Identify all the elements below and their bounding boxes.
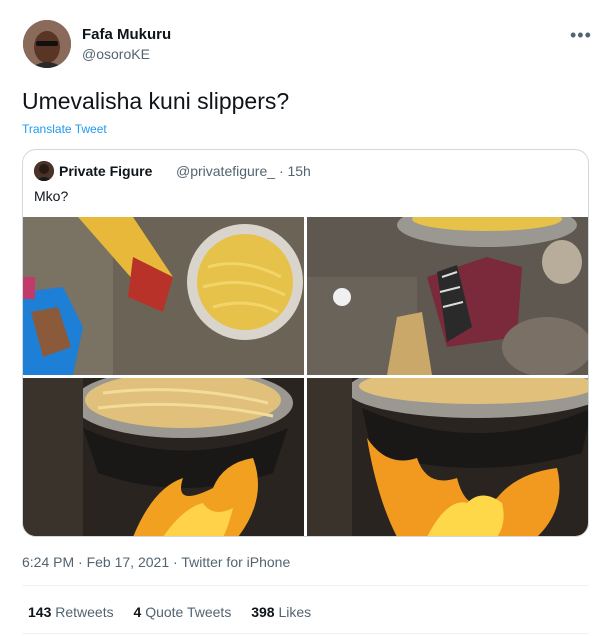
tweet-time[interactable]: 6:24 PM (22, 554, 74, 570)
divider (22, 633, 589, 634)
more-dots-icon[interactable]: ••• (570, 25, 592, 46)
tweet-text: Umevalisha kuni slippers? (22, 88, 290, 114)
quoted-author-avatar (34, 161, 54, 181)
likes-count: 398 (251, 604, 275, 620)
quote-tweets-label: Quote Tweets (145, 604, 232, 620)
quote-tweets-count: 4 (133, 604, 142, 620)
photo-2[interactable] (307, 217, 588, 375)
retweets-stat[interactable]: 143 Retweets (28, 604, 114, 620)
quoted-tweet[interactable]: Private Figure @privatefigure_ · 15h Mko… (22, 149, 589, 537)
tweet-meta: 6:24 PM · Feb 17, 2021 · Twitter for iPh… (22, 554, 290, 570)
author-handle[interactable]: @osoroKE (82, 46, 150, 62)
photo-grid (23, 217, 588, 536)
quoted-author-handle: @privatefigure_ (176, 163, 276, 179)
retweets-count: 143 (28, 604, 52, 620)
likes-label: Likes (278, 604, 312, 620)
likes-stat[interactable]: 398 Likes (251, 604, 311, 620)
tweet-card: Fafa Mukuru @osoroKE ••• Umevalisha kuni… (0, 0, 615, 636)
photo-1[interactable] (23, 217, 304, 375)
author-name[interactable]: Fafa Mukuru (82, 26, 171, 43)
divider (22, 585, 589, 586)
quoted-text: Mko? (34, 188, 69, 204)
photo-3[interactable] (23, 378, 304, 536)
author-avatar[interactable] (23, 20, 71, 68)
tweet-date[interactable]: Feb 17, 2021 (87, 554, 170, 570)
retweets-label: Retweets (55, 604, 114, 620)
photo-4[interactable] (307, 378, 588, 536)
quote-tweets-stat[interactable]: 4 Quote Tweets (134, 604, 232, 620)
engagement-stats: 143 Retweets 4 Quote Tweets 398 Likes (28, 604, 327, 620)
meta-separator: · (74, 554, 87, 570)
quoted-time-ago: · 15h (278, 163, 311, 179)
quoted-author-name: Private Figure (59, 163, 153, 179)
translate-tweet-link[interactable]: Translate Tweet (22, 122, 107, 136)
meta-separator: · (169, 554, 182, 570)
tweet-source[interactable]: Twitter for iPhone (181, 554, 290, 570)
quoted-author-meta: @privatefigure_ · 15h (176, 163, 311, 179)
